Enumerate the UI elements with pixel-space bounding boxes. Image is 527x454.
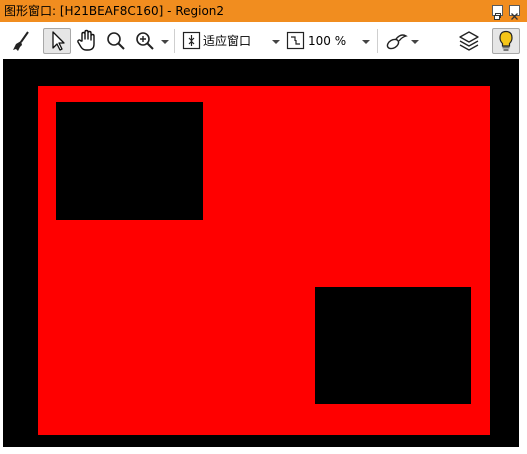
toolbar: 适应窗口 100 % xyxy=(0,22,527,59)
zoom-percent-icon[interactable] xyxy=(286,28,306,54)
lightbulb-icon[interactable] xyxy=(492,28,520,54)
fit-window-icon[interactable] xyxy=(182,28,202,54)
zoom-percent-caret[interactable] xyxy=(362,40,370,44)
zoom-in-icon[interactable] xyxy=(133,28,157,54)
zoom-dropdown-caret[interactable] xyxy=(161,40,169,44)
toolbar-separator xyxy=(377,29,378,53)
layers-icon[interactable] xyxy=(457,28,481,54)
hand-pan-icon[interactable] xyxy=(74,28,100,54)
region-hole-bottom-right xyxy=(315,287,471,404)
close-icon[interactable] xyxy=(509,5,520,20)
window-title: 图形窗口: [H21BEAF8C160] - Region2 xyxy=(4,4,225,18)
fit-window-label[interactable]: 适应窗口 xyxy=(203,34,251,48)
toolbar-separator xyxy=(174,29,175,53)
broom-icon[interactable] xyxy=(10,28,34,54)
window-titlebar: 图形窗口: [H21BEAF8C160] - Region2 xyxy=(0,0,527,22)
zoom-icon[interactable] xyxy=(104,28,128,54)
window-bottom-edge xyxy=(0,447,527,454)
restore-icon[interactable] xyxy=(492,5,503,20)
region-hole-top-left xyxy=(56,102,203,220)
draw-dropdown-caret[interactable] xyxy=(411,40,419,44)
draw-region-icon[interactable] xyxy=(383,28,409,54)
fit-dropdown-caret[interactable] xyxy=(272,40,280,44)
zoom-percent-label[interactable]: 100 % xyxy=(308,34,346,48)
pointer-icon[interactable] xyxy=(43,28,71,54)
graphics-canvas[interactable] xyxy=(3,59,519,447)
